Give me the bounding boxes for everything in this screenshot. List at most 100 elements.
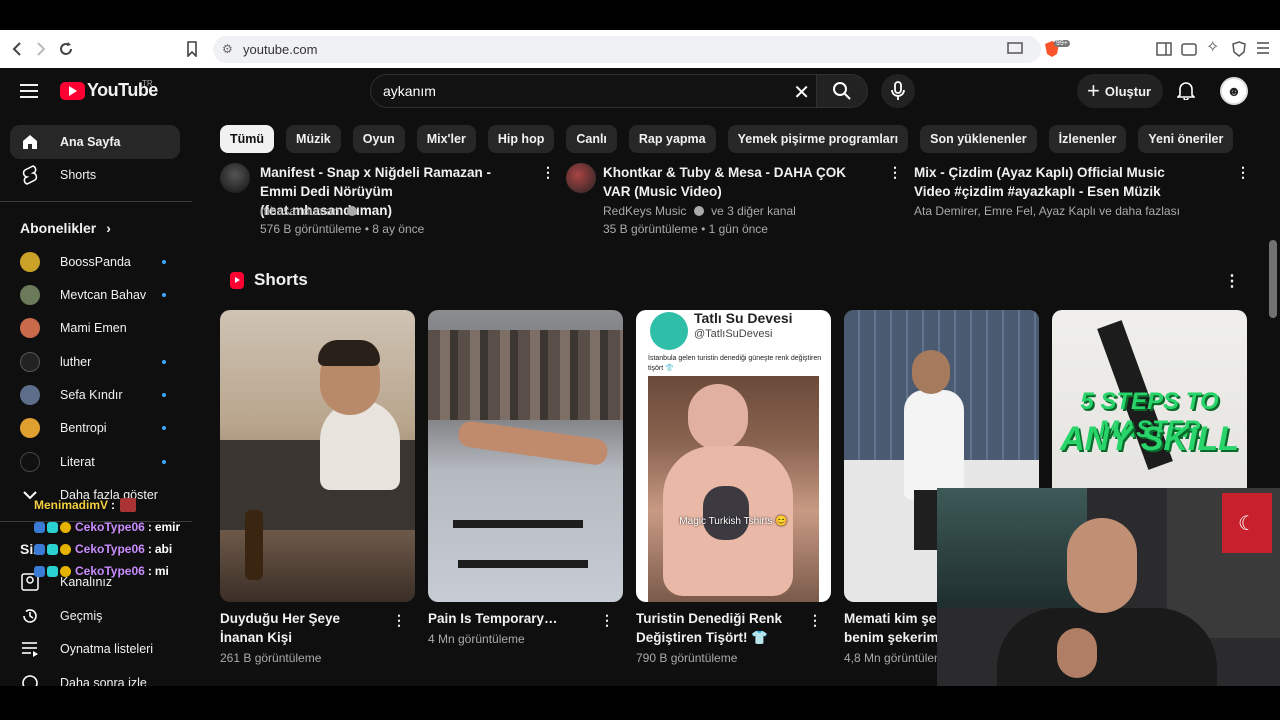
short-more-icon[interactable]: ⋮: [600, 612, 614, 629]
sidebar-item-subscription[interactable]: Mami Emen: [10, 311, 180, 345]
sidebar-item-subscription[interactable]: Sefa Kındır: [10, 378, 180, 412]
vpn-icon[interactable]: [1231, 41, 1247, 61]
overlay-text-2: ANY SKILL: [1060, 420, 1239, 458]
sidebar-item-subscription[interactable]: Mevtcan Bahav: [10, 278, 180, 312]
chat-username: CekoType06: [75, 520, 145, 534]
sidebar-item-playlists[interactable]: Oynatma listeleri: [10, 632, 180, 666]
chip-cooking[interactable]: Yemek pişirme programları: [727, 125, 909, 153]
clear-search-icon[interactable]: ✕: [793, 80, 810, 105]
channel-extra-text: ve 3 diğer kanal: [711, 204, 796, 218]
sidebar-item-label: Oynatma listeleri: [60, 642, 154, 656]
search-value: aykanım: [383, 83, 436, 99]
shorts-shelf-heading: Shorts: [230, 270, 308, 290]
short-card[interactable]: Pain Is Temporary… 4 Mn görüntüleme ⋮: [428, 310, 623, 646]
youtube-logo[interactable]: YouTube TR: [60, 79, 158, 101]
sidebar-item-shorts[interactable]: Shorts: [10, 158, 180, 192]
new-content-dot: [162, 293, 166, 297]
sidebar-item-watch-later[interactable]: Daha sonra izle: [10, 666, 180, 686]
chat-username: MenimadimV: [34, 498, 109, 512]
chip-mixes[interactable]: Mix'ler: [416, 125, 476, 153]
short-thumbnail[interactable]: [220, 310, 415, 602]
subscriptions-heading[interactable]: Abonelikler ›: [20, 220, 111, 236]
home-icon: [20, 132, 40, 152]
short-card[interactable]: Tatlı Su Devesi @TatlıSuDevesi İstanbula…: [636, 310, 831, 665]
address-text: youtube.com: [243, 42, 318, 57]
bookmark-icon[interactable]: [186, 41, 198, 61]
sidebar-item-subscription[interactable]: BoossPanda: [10, 245, 180, 279]
chip-gaming[interactable]: Oyun: [352, 125, 405, 153]
chip-live[interactable]: Canlı: [566, 125, 617, 153]
back-icon[interactable]: [10, 41, 24, 61]
channel-avatar[interactable]: [566, 163, 596, 193]
sidebar-item-label: Ana Sayfa: [60, 135, 121, 149]
create-button[interactable]: + Oluştur: [1077, 74, 1163, 108]
sidebar-item-home[interactable]: Ana Sayfa: [10, 125, 180, 159]
sidebar-item-subscription[interactable]: Literat: [10, 445, 180, 479]
sidebar-item-label: Geçmiş: [60, 609, 103, 623]
menu-icon[interactable]: [1256, 40, 1270, 60]
chat-message: CekoType06 : abi: [34, 538, 194, 560]
search-button[interactable]: [816, 74, 868, 108]
short-more-icon[interactable]: ⋮: [808, 612, 822, 629]
short-more-icon[interactable]: ⋮: [392, 612, 406, 629]
new-content-dot: [162, 260, 166, 264]
chip-music[interactable]: Müzik: [286, 125, 341, 153]
wallet-icon[interactable]: [1181, 41, 1197, 61]
chat-text: emir: [154, 520, 181, 534]
channel-name[interactable]: Ata Demirer, Emre Fel, Ayaz Kaplı ve dah…: [914, 204, 1180, 218]
notifications-bell-icon[interactable]: [1176, 80, 1196, 105]
account-avatar[interactable]: ☻: [1220, 77, 1248, 105]
cast-icon[interactable]: [1007, 42, 1023, 60]
sidebar-item-subscription[interactable]: Bentropi: [10, 411, 180, 445]
badge-icon: [60, 565, 71, 577]
channel-avatar: [20, 285, 40, 305]
chip-hip-hop[interactable]: Hip hop: [487, 125, 555, 153]
reload-icon[interactable]: [58, 41, 74, 61]
badge-icon: [47, 543, 58, 555]
shirt-shape: [997, 608, 1217, 686]
guide-menu-icon[interactable]: [20, 84, 38, 98]
shorts-more-icon[interactable]: ⋮: [1224, 271, 1240, 291]
short-thumbnail[interactable]: Tatlı Su Devesi @TatlıSuDevesi İstanbula…: [636, 310, 831, 602]
short-title[interactable]: Pain Is Temporary…: [428, 609, 593, 628]
short-title[interactable]: Duyduğu Her Şeye İnanan Kişi: [220, 609, 385, 647]
badge-icon: [47, 565, 58, 577]
chat-username: CekoType06: [75, 564, 145, 578]
plus-icon: +: [1087, 78, 1100, 103]
forward-icon[interactable]: [34, 41, 48, 61]
chip-rap[interactable]: Rap yapma: [628, 125, 716, 153]
more-actions-icon[interactable]: ⋮: [1236, 165, 1250, 179]
chip-recently-uploaded[interactable]: Son yüklenenler: [920, 125, 1037, 153]
search-input[interactable]: aykanım ✕: [370, 74, 816, 108]
short-card[interactable]: Duyduğu Her Şeye İnanan Kişi 261 B görün…: [220, 310, 415, 665]
video-title[interactable]: Mix - Çizdim (Ayaz Kaplı) Official Music…: [914, 163, 1204, 201]
channel-avatar[interactable]: [220, 163, 250, 193]
more-actions-icon[interactable]: ⋮: [888, 165, 902, 179]
sidebar-item-history[interactable]: Geçmiş: [10, 599, 180, 633]
chip-new-to-you[interactable]: Yeni öneriler: [1138, 125, 1234, 153]
sidebar-item-subscription[interactable]: luther: [10, 345, 180, 379]
parallette-base: [458, 560, 588, 568]
chip-all[interactable]: Tümü: [220, 125, 275, 153]
video-title[interactable]: Khontkar & Tuby & Mesa - DAHA ÇOK VAR (M…: [603, 163, 863, 201]
overlay-bottom-text: Magic Turkish Tshirts 😊: [679, 516, 788, 527]
channel-avatar: [20, 385, 40, 405]
short-thumbnail[interactable]: [428, 310, 623, 602]
voice-search-button[interactable]: [881, 74, 915, 108]
site-settings-icon[interactable]: ⚙: [222, 42, 233, 56]
sidebar-toggle-icon[interactable]: [1156, 41, 1172, 61]
more-actions-icon[interactable]: ⋮: [541, 165, 555, 179]
channel-name[interactable]: mhasanduman: [260, 204, 357, 218]
leo-ai-icon[interactable]: ✧: [1206, 40, 1219, 56]
chat-username: CekoType06: [75, 542, 145, 556]
sidebar-divider: [0, 201, 192, 202]
filter-chips: Tümü Müzik Oyun Mix'ler Hip hop Canlı Ra…: [220, 125, 1234, 153]
page-scrollbar[interactable]: [1269, 240, 1277, 318]
video-frame: [648, 376, 819, 602]
short-title[interactable]: Turistin Denediği Renk Değiştiren Tişört…: [636, 609, 801, 647]
crowd-shape: [428, 330, 623, 420]
channel-name[interactable]: RedKeys Music ve 3 diğer kanal: [603, 204, 796, 218]
chip-watched[interactable]: İzlenenler: [1048, 125, 1127, 153]
chevron-right-icon: ›: [106, 220, 111, 236]
address-bar[interactable]: ⚙ youtube.com: [213, 36, 1041, 63]
